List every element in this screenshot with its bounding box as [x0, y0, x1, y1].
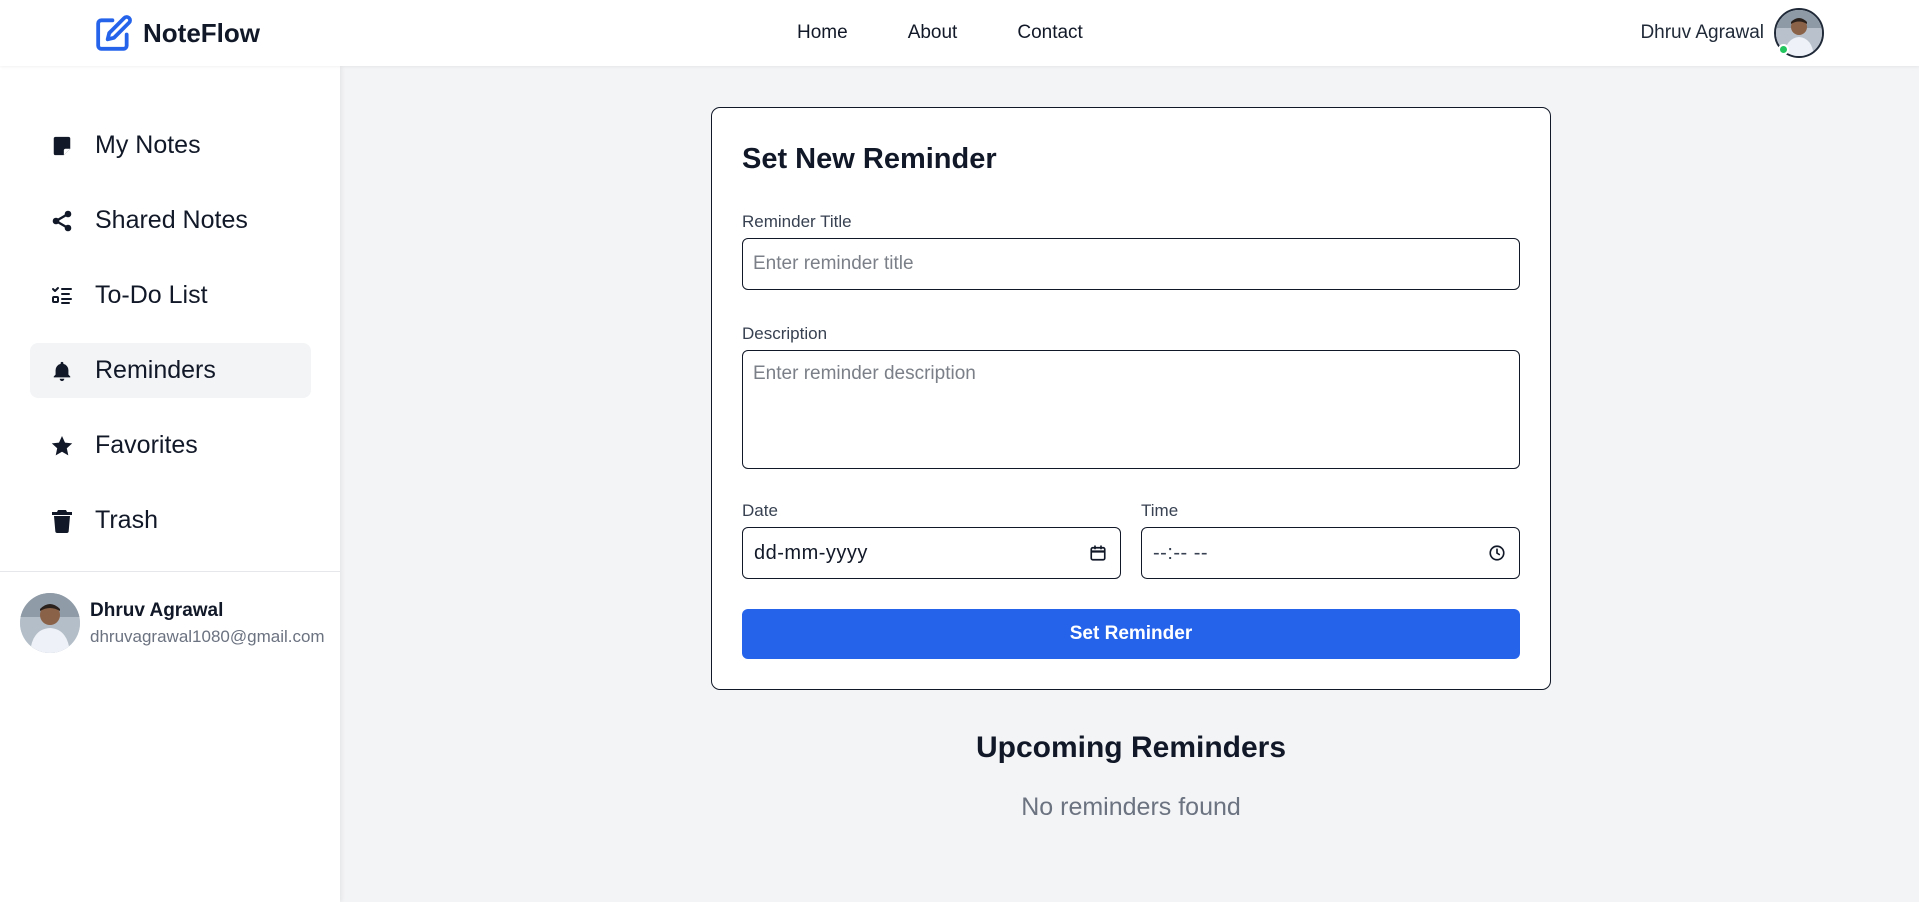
checklist-icon: [50, 284, 74, 308]
header-avatar-wrap[interactable]: [1774, 8, 1824, 58]
clock-icon[interactable]: [1487, 543, 1507, 563]
set-reminder-button[interactable]: Set Reminder: [742, 609, 1520, 659]
description-textarea[interactable]: [742, 350, 1520, 469]
date-label: Date: [742, 501, 778, 520]
sidebar-divider: [0, 571, 340, 572]
sidebar-profile-text: Dhruv Agrawal dhruvagrawal1080@gmail.com: [90, 600, 325, 647]
sidebar: My Notes Shared Notes To-Do List Reminde…: [0, 66, 340, 902]
main-nav: Home About Contact: [797, 0, 1083, 66]
reminder-title-input[interactable]: [742, 238, 1520, 290]
reminder-title-label: Reminder Title: [742, 212, 852, 231]
time-label: Time: [1141, 501, 1179, 520]
upcoming-reminders-heading: Upcoming Reminders: [975, 731, 1287, 764]
profile-email: dhruvagrawal1080@gmail.com: [90, 626, 325, 646]
top-navbar: NoteFlow Home About Contact Dhruv Agrawa…: [0, 0, 1919, 66]
sidebar-item-label: Favorites: [95, 431, 198, 459]
nav-link-contact[interactable]: Contact: [1017, 22, 1082, 44]
date-input[interactable]: dd-mm-yyyy: [742, 527, 1121, 579]
time-input-value: --:-- --: [1153, 541, 1209, 564]
sidebar-item-reminders[interactable]: Reminders: [30, 343, 311, 398]
brand-name: NoteFlow: [143, 17, 260, 48]
sidebar-item-label: Trash: [95, 506, 158, 534]
sidebar-item-my-notes[interactable]: My Notes: [30, 118, 311, 173]
form-title: Set New Reminder: [742, 143, 997, 175]
header-user-name: Dhruv Agrawal: [1640, 22, 1764, 43]
star-icon: [50, 434, 74, 458]
sidebar-item-trash[interactable]: Trash: [30, 493, 311, 548]
calendar-icon[interactable]: [1088, 543, 1108, 563]
user-menu[interactable]: Dhruv Agrawal: [1640, 7, 1824, 59]
sidebar-profile[interactable]: Dhruv Agrawal dhruvagrawal1080@gmail.com: [20, 593, 325, 653]
sidebar-item-label: Reminders: [95, 356, 216, 384]
sidebar-item-label: To-Do List: [95, 281, 208, 309]
trash-icon: [50, 509, 74, 533]
sidebar-item-shared-notes[interactable]: Shared Notes: [30, 193, 311, 248]
nav-link-home[interactable]: Home: [797, 22, 848, 44]
empty-state-text: No reminders found: [1021, 793, 1241, 821]
time-input[interactable]: --:-- --: [1141, 527, 1520, 579]
sidebar-item-favorites[interactable]: Favorites: [30, 418, 311, 473]
sticky-note-icon: [50, 134, 74, 158]
sidebar-item-to-do-list[interactable]: To-Do List: [30, 268, 311, 323]
reminder-form-card: Set New Reminder Reminder Title Descript…: [711, 107, 1551, 690]
sidebar-item-label: Shared Notes: [95, 206, 248, 234]
online-status-dot: [1778, 44, 1789, 55]
profile-name: Dhruv Agrawal: [90, 599, 224, 621]
brand-logo-link[interactable]: NoteFlow: [95, 13, 260, 53]
date-input-value: dd-mm-yyyy: [754, 541, 868, 564]
nav-link-about[interactable]: About: [908, 22, 958, 44]
sidebar-item-label: My Notes: [95, 131, 201, 159]
sidebar-menu: My Notes Shared Notes To-Do List Reminde…: [30, 118, 311, 568]
share-icon: [50, 209, 74, 233]
description-label: Description: [742, 324, 828, 343]
bell-icon: [50, 359, 74, 383]
avatar: [20, 593, 80, 653]
pen-square-icon: [95, 14, 133, 52]
